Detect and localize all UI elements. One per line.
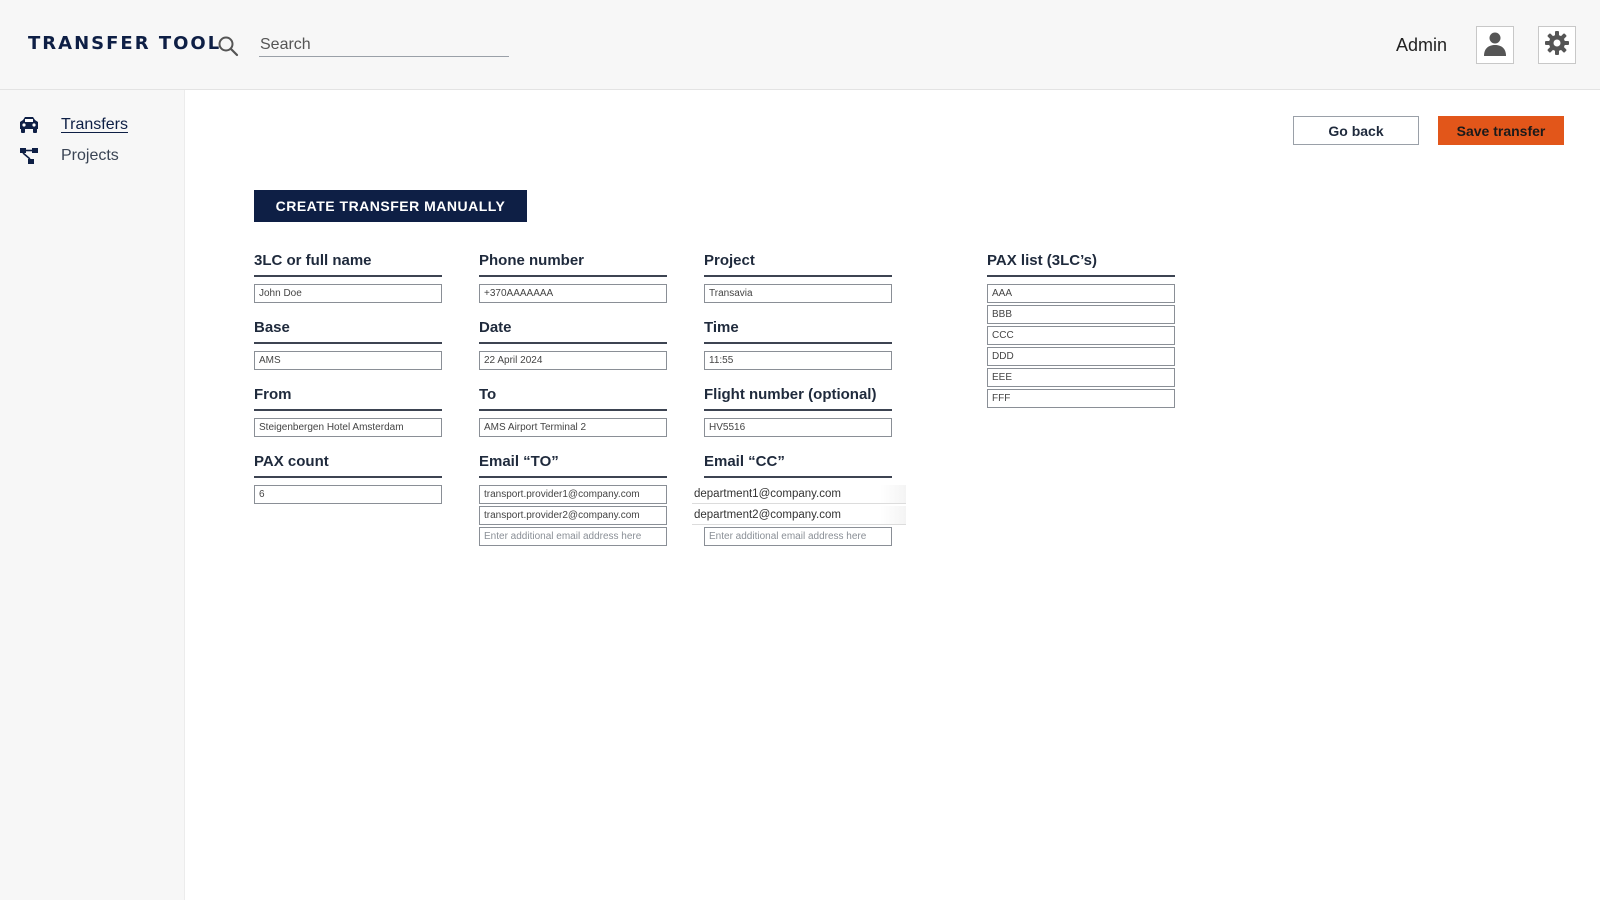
field-label: To [479,385,667,411]
from-field-group: From [254,385,442,437]
pax-list-input[interactable] [987,284,1175,303]
to-field-group: To [479,385,667,437]
field-label: PAX count [254,452,442,478]
sidebar: Transfers Projects [0,90,185,900]
date-input[interactable] [479,351,667,370]
car-icon [18,115,40,135]
save-transfer-button[interactable]: Save transfer [1438,116,1564,145]
email-cc-entry[interactable]: department1@company.com [692,485,906,504]
field-label: From [254,385,442,411]
field-label: PAX list (3LC’s) [987,251,1175,277]
project-field-group: Project [704,251,892,303]
network-icon [18,146,40,166]
email-cc-additional-input[interactable] [704,527,892,546]
email-cc-entry[interactable]: department2@company.com [692,506,906,525]
project-input[interactable] [704,284,892,303]
pax-list-input[interactable] [987,368,1175,387]
app-title: TRANSFER TOOL [28,33,222,54]
sidebar-item-label: Projects [61,147,119,164]
pax-count-field-group: PAX count [254,452,442,504]
pax-list-input[interactable] [987,326,1175,345]
base-field-group: Base [254,318,442,370]
sidebar-item-projects[interactable]: Projects [18,144,119,168]
date-field-group: Date [479,318,667,370]
to-input[interactable] [479,418,667,437]
phone-field-group: Phone number [479,251,667,303]
field-label: Phone number [479,251,667,277]
field-label: Flight number (optional) [704,385,892,411]
email-cc-field-group: Email “CC” department1@company.com depar… [692,452,906,546]
pax-list-field-group: PAX list (3LC’s) [987,251,1175,408]
email-to-field-group: Email “TO” [479,452,667,546]
pax-list-input[interactable] [987,347,1175,366]
settings-button[interactable] [1538,26,1576,64]
field-label: Base [254,318,442,344]
form-title: CREATE TRANSFER MANUALLY [254,190,527,222]
sidebar-item-transfers[interactable]: Transfers [18,113,128,137]
top-bar: TRANSFER TOOL Admin [0,0,1600,90]
search-icon[interactable] [216,34,240,58]
field-label: 3LC or full name [254,251,442,277]
base-input[interactable] [254,351,442,370]
flight-number-input[interactable] [704,418,892,437]
time-input[interactable] [704,351,892,370]
search-input[interactable] [259,33,509,57]
avatar-button[interactable] [1476,26,1514,64]
field-label: Project [704,251,892,277]
from-input[interactable] [254,418,442,437]
user-icon [1481,29,1509,62]
flight-field-group: Flight number (optional) [704,385,892,437]
email-to-input[interactable] [479,485,667,504]
field-label: Email “TO” [479,452,667,478]
phone-input[interactable] [479,284,667,303]
name-field-group: 3LC or full name [254,251,442,303]
field-label: Email “CC” [704,452,892,478]
email-to-additional-input[interactable] [479,527,667,546]
go-back-button[interactable]: Go back [1293,116,1419,145]
field-label: Date [479,318,667,344]
email-to-input[interactable] [479,506,667,525]
user-name: Admin [1396,35,1448,55]
pax-list-input[interactable] [987,389,1175,408]
sidebar-item-label: Transfers [61,116,128,133]
pax-list-input[interactable] [987,305,1175,324]
pax-count-input[interactable] [254,485,442,504]
gear-icon [1544,30,1570,61]
time-field-group: Time [704,318,892,370]
field-label: Time [704,318,892,344]
name-input[interactable] [254,284,442,303]
